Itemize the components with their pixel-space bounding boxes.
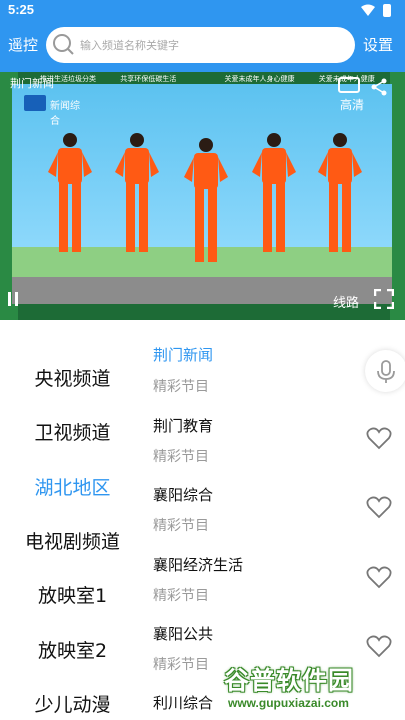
channel-name[interactable]: 利川综合 [153,692,213,713]
channel-subtitle: 精彩节目 [153,518,209,534]
pause-icon[interactable] [6,292,20,308]
mic-icon [377,360,395,383]
watermark-url: www.gupuxiazai.com [228,696,349,710]
search-placeholder: 输入频道名称关键字 [80,39,179,52]
top-bar: 5:25 遥控 输入频道名称关键字 设置 [0,0,405,72]
share-icon[interactable] [370,78,388,96]
ticker-item: 共享环保低碳生活 [120,75,177,83]
route-button[interactable]: 线路 [333,292,359,311]
wifi-icon [361,4,375,16]
playing-channel-name: 荆门新闻 [10,77,54,90]
status-time: 5:25 [8,2,35,17]
search-input[interactable]: 输入频道名称关键字 [46,27,355,63]
search-icon [53,34,74,55]
heart-icon[interactable] [366,426,392,450]
station-logo-mark [24,95,46,111]
channel-name[interactable]: 襄阳公共 [153,623,213,644]
settings-button[interactable]: 设置 [363,34,393,55]
channel-subtitle: 精彩节目 [153,379,209,395]
category-list: 央视频道 卫视频道 湖北地区 电视剧频道 放映室1 放映室2 少儿动漫 [0,340,145,720]
channel-subtitle: 精彩节目 [153,449,209,465]
heart-icon[interactable] [366,565,392,589]
status-bar: 5:25 [0,0,405,22]
battery-icon [383,4,391,17]
station-logo-text: 新闻综合 [50,101,80,127]
voice-search-button[interactable] [365,350,405,392]
channel-subtitle: 精彩节目 [153,588,209,604]
video-player[interactable]: 推进生活垃圾分类 共享环保低碳生活 关爱未成年人身心健康 关爱未成年人健康 荆门… [0,72,405,320]
category-item[interactable]: 少儿动漫 [0,690,145,717]
channel-name[interactable]: 襄阳经济生活 [153,554,243,575]
heart-icon[interactable] [366,634,392,658]
fullscreen-icon[interactable] [374,289,394,309]
remote-button[interactable]: 遥控 [8,34,38,55]
tv-icon[interactable] [338,77,360,93]
channel-name[interactable]: 荆门新闻 [153,344,213,365]
channel-name[interactable]: 襄阳综合 [153,484,213,505]
quality-button[interactable]: 高清 [340,96,364,113]
category-item[interactable]: 放映室2 [0,636,145,663]
category-item[interactable]: 放映室1 [0,581,145,608]
ticker-item: 关爱未成年人身心健康 [224,75,295,83]
category-item[interactable]: 电视剧频道 [0,527,145,554]
category-item-active[interactable]: 湖北地区 [0,473,145,500]
station-logo: 新闻综合 [24,95,88,127]
category-item[interactable]: 央视频道 [0,364,145,391]
channel-subtitle: 精彩节目 [153,657,209,673]
channel-name[interactable]: 荆门教育 [153,415,213,436]
watermark-brand: 谷普软件园 [224,666,355,695]
watermark: 谷普软件园 www.gupuxiazai.com [224,661,402,717]
category-item[interactable]: 卫视频道 [0,418,145,445]
heart-icon[interactable] [366,495,392,519]
